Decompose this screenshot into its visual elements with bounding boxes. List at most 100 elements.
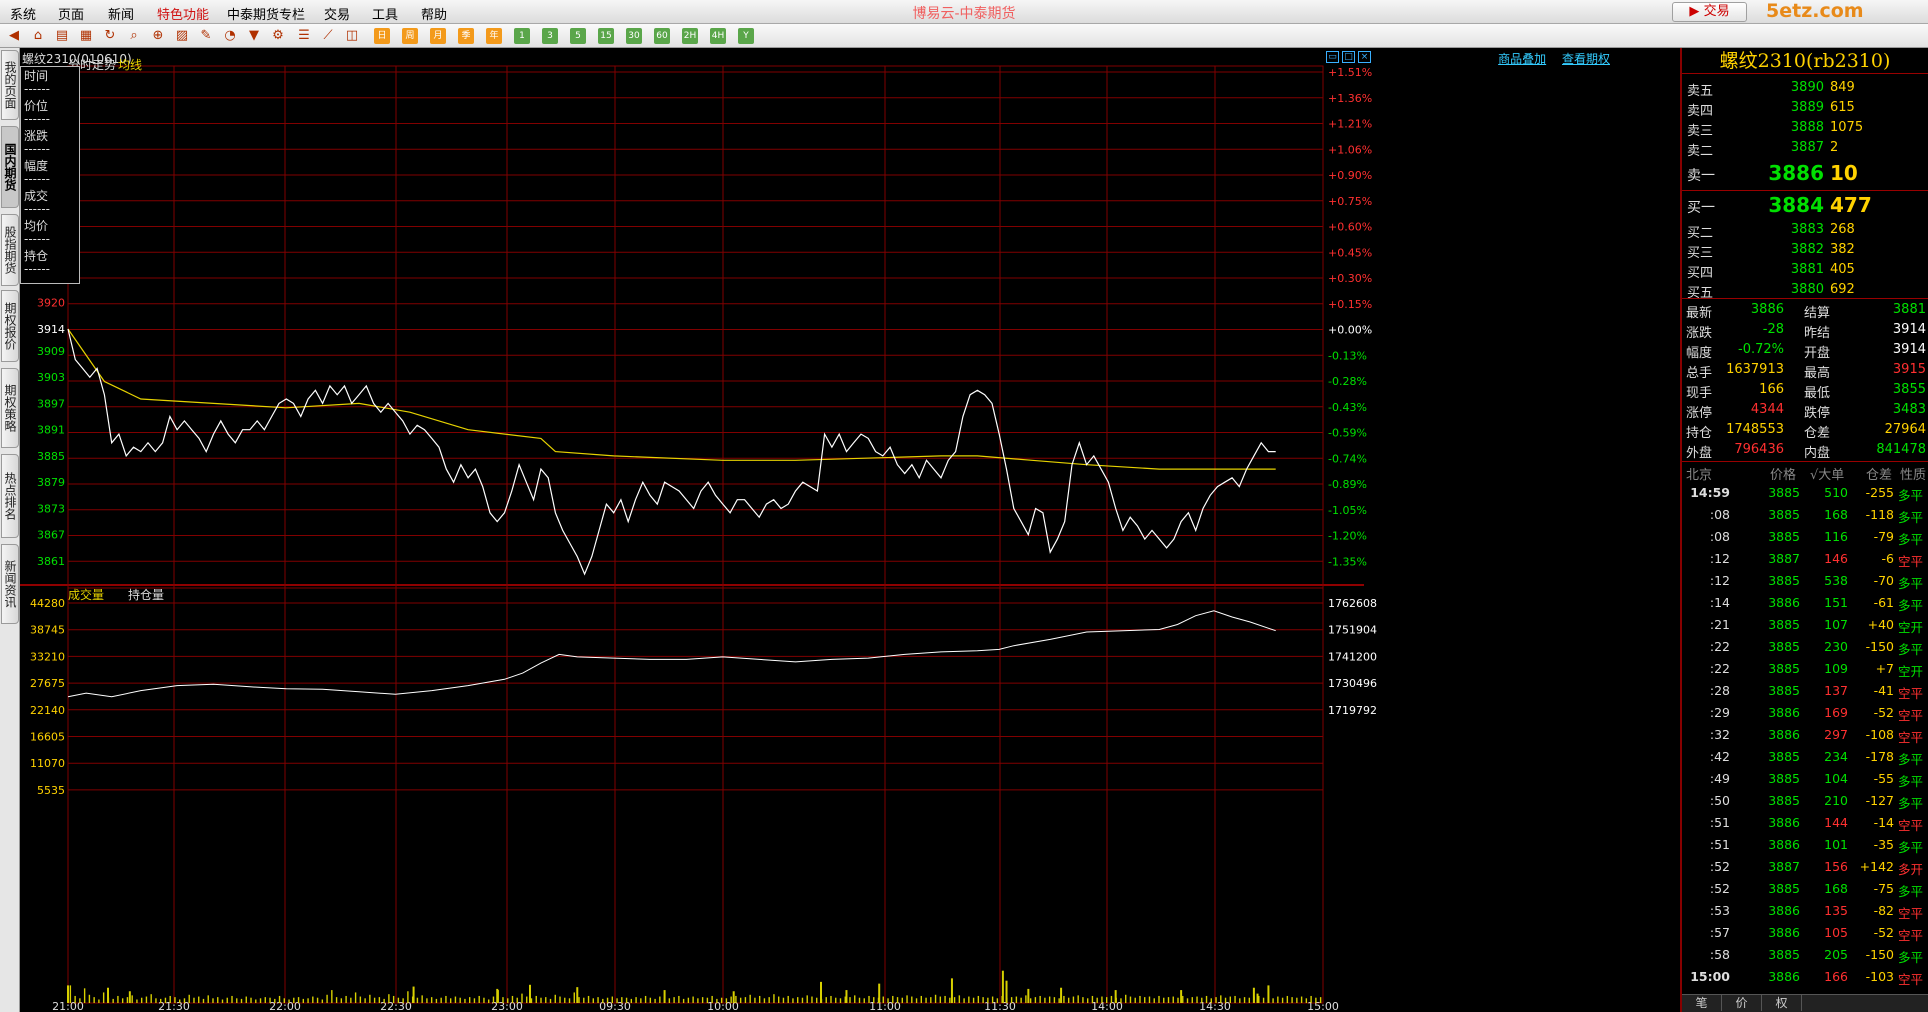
- menu-6[interactable]: 工具: [372, 4, 398, 23]
- intraday-chart[interactable]: 3932392639203914390939033897389138853879…: [20, 48, 1680, 1012]
- bid-row-1[interactable]: 买一 3884 477: [1682, 193, 1928, 217]
- zoom-icon[interactable]: ⊕: [150, 28, 166, 44]
- quote-bottom-tab-0[interactable]: 笔: [1682, 995, 1722, 1011]
- tick-row[interactable]: :08 3885 168 -118 多平: [1682, 504, 1928, 526]
- ask-row-1[interactable]: 卖一 3886 10: [1682, 161, 1928, 185]
- tick-row[interactable]: :29 3886 169 -52 空平: [1682, 702, 1928, 724]
- home-icon[interactable]: ⌂: [30, 28, 46, 44]
- maximize-icon[interactable]: □: [1342, 51, 1355, 63]
- period-button-10[interactable]: 60: [654, 28, 670, 44]
- sidebar-tab-6[interactable]: 新闻资讯: [1, 544, 19, 624]
- period-button-12[interactable]: 4H: [710, 28, 726, 44]
- menu-2[interactable]: 新闻: [108, 4, 134, 23]
- period-button-0[interactable]: 日: [374, 28, 390, 44]
- bid-row-2[interactable]: 买二 3883 268: [1682, 220, 1928, 241]
- oi-panel-title: 持仓量: [128, 588, 165, 602]
- tick-nature: 多平: [1898, 598, 1924, 613]
- book-icon[interactable]: ▤: [54, 28, 70, 44]
- tick-row[interactable]: :21 3885 107 +40 空开: [1682, 614, 1928, 636]
- list-icon[interactable]: ☰: [296, 28, 312, 44]
- bid-row-4[interactable]: 买四 3881 405: [1682, 260, 1928, 281]
- time-tick-label: 23:00: [491, 1000, 523, 1012]
- menu-4[interactable]: 中泰期货专栏: [227, 4, 305, 23]
- back-icon[interactable]: ◀: [6, 28, 22, 44]
- sidebar-tab-4[interactable]: 期权策略: [1, 368, 19, 448]
- menu-7[interactable]: 帮助: [421, 4, 447, 23]
- tick-nature: 多平: [1898, 884, 1924, 899]
- tick-volume: 234: [1824, 749, 1848, 764]
- period-button-9[interactable]: 30: [626, 28, 642, 44]
- tick-row[interactable]: :57 3886 105 -52 空平: [1682, 922, 1928, 944]
- ask-row-2[interactable]: 卖二 3887 2: [1682, 138, 1928, 159]
- tick-row[interactable]: :08 3885 116 -79 多平: [1682, 526, 1928, 548]
- sidebar-tab-0[interactable]: 我的页面: [1, 50, 19, 120]
- tick-row[interactable]: 15:00 3886 166 -103 空平: [1682, 966, 1928, 988]
- tick-row[interactable]: :50 3885 210 -127 多平: [1682, 790, 1928, 812]
- period-button-5[interactable]: 1: [514, 28, 530, 44]
- period-button-3[interactable]: 季: [458, 28, 474, 44]
- tick-row[interactable]: :14 3886 151 -61 多平: [1682, 592, 1928, 614]
- menu-3[interactable]: 特色功能: [157, 4, 209, 23]
- tick-row[interactable]: :42 3885 234 -178 多平: [1682, 746, 1928, 768]
- period-button-8[interactable]: 15: [598, 28, 614, 44]
- tick-row[interactable]: :51 3886 144 -14 空平: [1682, 812, 1928, 834]
- filter-icon[interactable]: ▼: [246, 28, 262, 44]
- overlay-link[interactable]: 商品叠加: [1498, 52, 1546, 66]
- period-button-1[interactable]: 周: [402, 28, 418, 44]
- bid-row-5[interactable]: 买五 3880 692: [1682, 280, 1928, 301]
- menu-1[interactable]: 页面: [58, 4, 84, 23]
- period-button-6[interactable]: 3: [542, 28, 558, 44]
- period-button-7[interactable]: 5: [570, 28, 586, 44]
- ask-row-3[interactable]: 卖三 3888 1075: [1682, 118, 1928, 139]
- tick-time: 14:59: [1690, 485, 1730, 500]
- timeline-icon[interactable]: ⟋: [320, 28, 336, 44]
- ask-row-5[interactable]: 卖五 3890 849: [1682, 78, 1928, 99]
- sidebar-tab-3[interactable]: 期权报价: [1, 290, 19, 362]
- tick-row[interactable]: :49 3885 104 -55 多平: [1682, 768, 1928, 790]
- settings-icon[interactable]: ⚙: [270, 28, 286, 44]
- quote-bottom-tab-1[interactable]: 价: [1722, 995, 1762, 1011]
- menu-5[interactable]: 交易: [324, 4, 350, 23]
- refresh-icon[interactable]: ↻: [102, 28, 118, 44]
- tick-row[interactable]: :12 3885 538 -70 多平: [1682, 570, 1928, 592]
- quote-bottom-tab-2[interactable]: 权: [1762, 995, 1802, 1011]
- period-button-4[interactable]: 年: [486, 28, 502, 44]
- quote-panel: 螺纹2310(rb2310) 卖五 3890 849 卖四 3889 615 卖三 3888 1…: [1680, 48, 1928, 1012]
- period-button-11[interactable]: 2H: [682, 28, 698, 44]
- ask-row-4[interactable]: 卖四 3889 615: [1682, 98, 1928, 119]
- tick-volume: 146: [1824, 551, 1848, 566]
- tick-row[interactable]: :22 3885 230 -150 多平: [1682, 636, 1928, 658]
- tick-row[interactable]: 14:59 3885 510 -255 多平: [1682, 482, 1928, 504]
- tick-row[interactable]: :52 3887 156 +142 多开: [1682, 856, 1928, 878]
- restore-icon[interactable]: ▭: [1326, 51, 1339, 63]
- tick-row[interactable]: :53 3886 135 -82 空平: [1682, 900, 1928, 922]
- period-button-13[interactable]: Y: [738, 28, 754, 44]
- search-icon[interactable]: ⌕: [126, 28, 142, 44]
- tick-row[interactable]: :52 3885 168 -75 多平: [1682, 878, 1928, 900]
- draw-icon[interactable]: ✎: [198, 28, 214, 44]
- tick-volume: 166: [1824, 969, 1848, 984]
- sidebar-tab-5[interactable]: 热点排名: [1, 454, 19, 538]
- sidebar-tab-2[interactable]: 股指期货: [1, 214, 19, 286]
- view-options-link[interactable]: 查看期权: [1562, 52, 1610, 66]
- tick-row[interactable]: :22 3885 109 +7 空开: [1682, 658, 1928, 680]
- tick-icon[interactable]: ◫: [344, 28, 360, 44]
- chart-icon[interactable]: ▨: [174, 28, 190, 44]
- trade-button[interactable]: ▶ 交易: [1672, 2, 1747, 22]
- tick-row[interactable]: :58 3885 205 -150 多平: [1682, 944, 1928, 966]
- ask-volume: 1075: [1830, 120, 1864, 135]
- menu-0[interactable]: 系统: [10, 4, 36, 23]
- stat-value: 3886: [1750, 302, 1784, 317]
- tick-row[interactable]: :32 3886 297 -108 空平: [1682, 724, 1928, 746]
- sidebar-tab-1[interactable]: 国内期货: [1, 126, 19, 208]
- tick-nature: 多平: [1898, 840, 1924, 855]
- stat-value: 3915: [1892, 362, 1926, 377]
- pie-icon[interactable]: ◔: [222, 28, 238, 44]
- tick-row[interactable]: :12 3887 146 -6 空平: [1682, 548, 1928, 570]
- tick-row[interactable]: :51 3886 101 -35 多平: [1682, 834, 1928, 856]
- bid-row-3[interactable]: 买三 3882 382: [1682, 240, 1928, 261]
- close-icon[interactable]: ×: [1358, 51, 1371, 63]
- period-button-2[interactable]: 月: [430, 28, 446, 44]
- tick-row[interactable]: :28 3885 137 -41 空平: [1682, 680, 1928, 702]
- news-icon[interactable]: ▦: [78, 28, 94, 44]
